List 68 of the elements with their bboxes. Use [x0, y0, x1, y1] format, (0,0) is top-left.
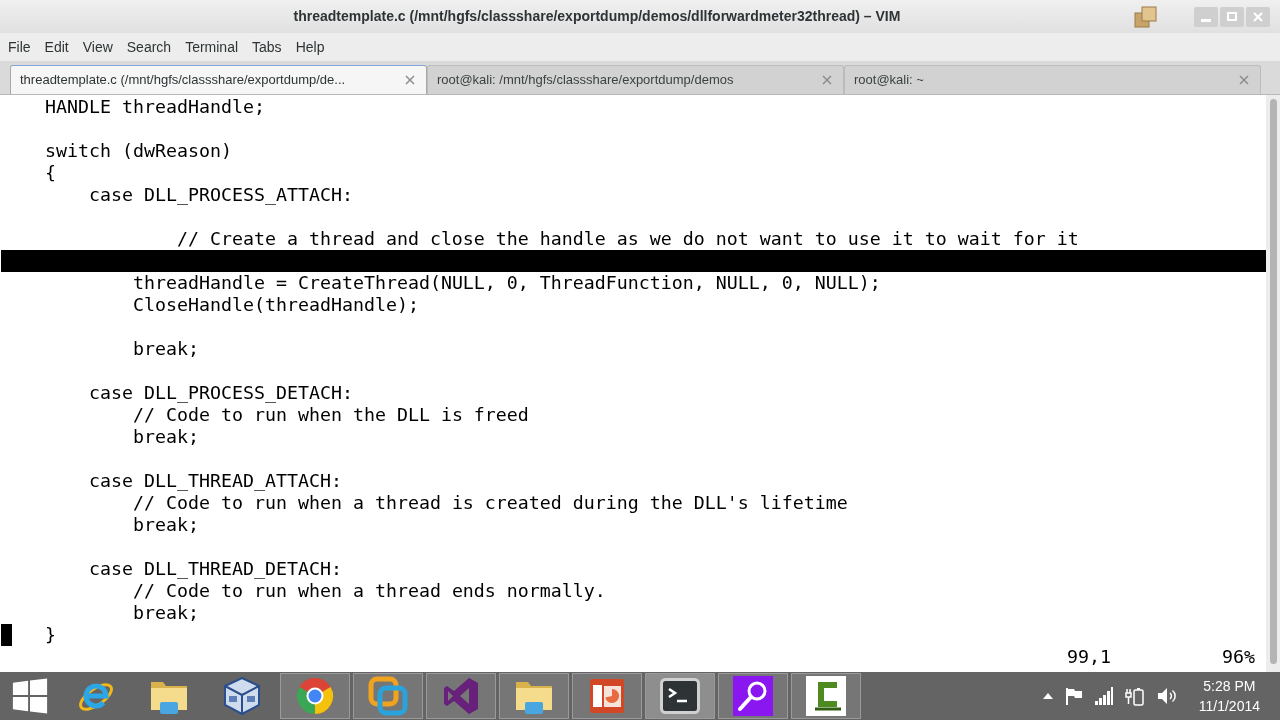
slides-icon [587, 676, 627, 716]
tab-close-button[interactable] [821, 74, 833, 86]
ribbon-logo-icon [441, 676, 481, 716]
window-title: threadtemplate.c (/mnt/hgfs/classshare/exportdump/demos/dllforwardmeter32thread) – VIM [293, 7, 901, 26]
tab-close-button[interactable] [404, 74, 416, 86]
taskbar-button[interactable] [572, 673, 642, 719]
scroll-percent: 96% [1222, 646, 1255, 668]
terminal-icon [660, 678, 700, 714]
code-line: case DLL_THREAD_ATTACH: [89, 470, 342, 492]
taskbar-button[interactable] [645, 673, 715, 719]
close-icon [822, 75, 832, 85]
close-icon [1253, 11, 1263, 22]
speaker-icon[interactable] [1156, 687, 1177, 705]
close-icon [1239, 75, 1249, 85]
code-line: HANDLE threadHandle; [45, 96, 265, 118]
cube-icon [222, 676, 262, 716]
menu-item[interactable]: Edit [37, 37, 76, 57]
signal-bars-icon[interactable] [1094, 687, 1113, 705]
taskbar-button[interactable] [791, 673, 861, 719]
flag-icon[interactable] [1064, 687, 1083, 705]
taskbar-button[interactable] [426, 673, 496, 719]
squares-logo-icon [368, 676, 408, 716]
caret-up-icon[interactable] [1042, 693, 1053, 699]
code-line: switch (dwReason) [45, 140, 232, 162]
windows-logo-icon [11, 677, 49, 715]
tab-label: root@kali: /mnt/hgfs/classshare/exportdump/demos [437, 71, 735, 90]
code-line: break; [132, 338, 199, 360]
clock-date: 11/1/2014 [1198, 697, 1260, 716]
code-line: break; [132, 426, 199, 448]
clock-time: 5:28 PM [1203, 677, 1256, 696]
taskbar-button[interactable] [718, 673, 788, 719]
code-line: case DLL_PROCESS_DETACH: [89, 382, 353, 404]
scrollbar-thumb[interactable] [1269, 99, 1277, 664]
menu-item[interactable]: Search [119, 37, 179, 57]
round-logo-icon [295, 676, 335, 716]
code-line: // Code to run when the DLL is freed [132, 404, 529, 426]
menu-item[interactable]: Help [288, 37, 332, 57]
maximize-icon [1227, 12, 1237, 21]
tab[interactable]: root@kali: /mnt/hgfs/classshare/exportdump/demos [427, 65, 844, 94]
code-line: CloseHandle(threadHandle); [132, 294, 419, 316]
tab[interactable]: root@kali: ~ [844, 65, 1261, 94]
menu-item[interactable]: Terminal [178, 37, 246, 57]
tab-label: threadtemplate.c (/mnt/hgfs/classshare/exportdump/de... [20, 71, 347, 90]
bracket-logo-icon [806, 676, 846, 716]
menu-item[interactable]: Tabs [245, 37, 289, 57]
text-cursor [1, 624, 12, 646]
code-line: break; [132, 514, 199, 536]
menu-item[interactable]: File [1, 37, 38, 57]
code-line: break; [132, 602, 199, 624]
tab[interactable]: threadtemplate.c (/mnt/hgfs/classshare/exportdump/de... [10, 65, 427, 94]
code-line: // Create a thread and close the handle as we do not want to use it to wait for it [176, 228, 1079, 250]
code-line: { [45, 162, 56, 184]
code-line: } [45, 624, 56, 646]
files-icon [1134, 5, 1158, 28]
code-line: // Code to run when a thread is created during the DLL's lifetime [132, 492, 848, 514]
code-line: threadHandle = CreateThread(NULL, 0, ThreadFunction, NULL, 0, NULL); [132, 272, 881, 294]
code-line: case DLL_THREAD_DETACH: [89, 558, 342, 580]
code-line: case DLL_PROCESS_ATTACH: [89, 184, 353, 206]
code-line: // Code to run when a thread ends normally. [132, 580, 606, 602]
menu-item[interactable]: View [75, 37, 120, 57]
close-icon [405, 75, 415, 85]
minimize-icon [1201, 19, 1211, 22]
tab-label: root@kali: ~ [854, 71, 925, 90]
taskbar-button[interactable] [280, 673, 350, 719]
battery-plug-icon[interactable] [1124, 686, 1145, 706]
tab-close-button[interactable] [1238, 74, 1250, 86]
cursor-position: 99,1 [1067, 646, 1111, 668]
search-icon [733, 676, 773, 716]
